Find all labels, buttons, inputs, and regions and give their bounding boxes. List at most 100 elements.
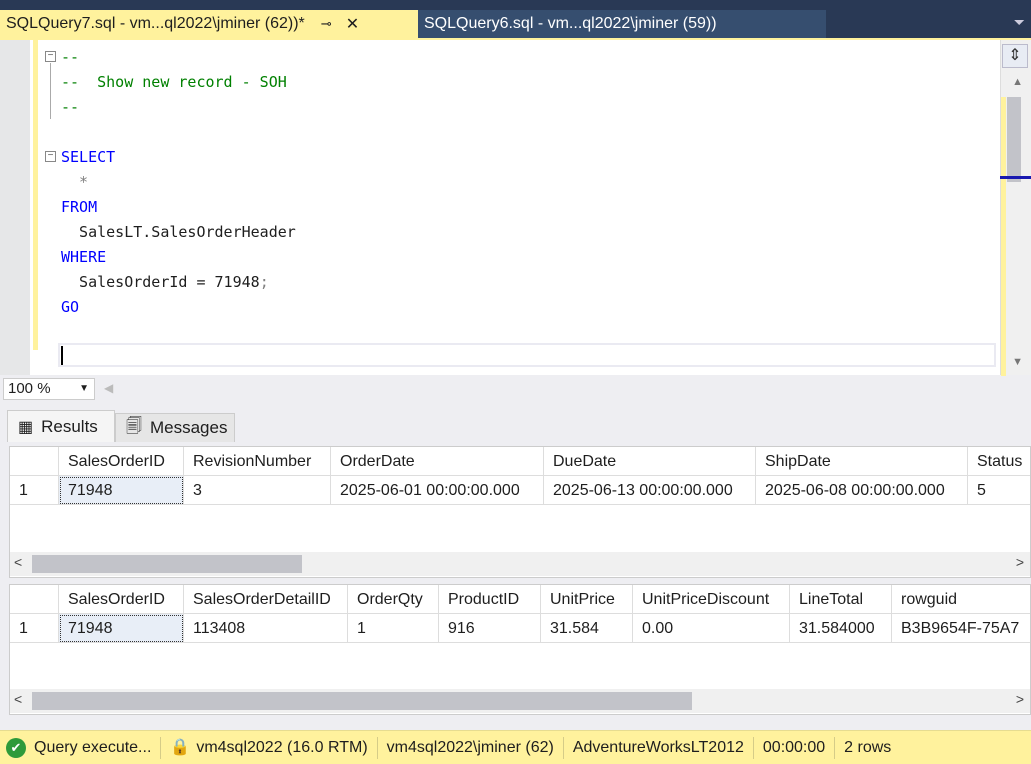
column-header[interactable]: RevisionNumber	[184, 447, 331, 476]
column-header[interactable]: OrderDate	[331, 447, 544, 476]
code-text: SalesOrderId = 71948	[61, 273, 260, 291]
current-line-highlight	[58, 343, 996, 367]
column-header[interactable]: ProductID	[439, 585, 541, 614]
user-status: vm4sql2022\jminer (62)	[378, 736, 564, 759]
code-line: *	[61, 173, 89, 191]
close-icon[interactable]: ✕	[346, 14, 359, 34]
cell[interactable]: 0.00	[633, 614, 790, 643]
server-status: 🔒 vm4sql2022 (16.0 RTM)	[161, 736, 378, 759]
row-number-header	[10, 585, 59, 614]
caret-marker	[1000, 176, 1031, 179]
column-header[interactable]: SalesOrderDetailID	[184, 585, 348, 614]
code-line: SELECT	[61, 148, 116, 166]
query-editor[interactable]: − − -- -- Show new record - SOH -- SELEC…	[0, 38, 1031, 377]
column-header[interactable]: OrderQty	[348, 585, 439, 614]
server-text: vm4sql2022 (16.0 RTM)	[196, 738, 368, 756]
messages-icon: 🗐	[126, 417, 142, 435]
database-status: AdventureWorksLT2012	[564, 736, 754, 759]
cell[interactable]: B3B9654F-75A7	[892, 614, 1030, 643]
tab-sqlquery6[interactable]: SQLQuery6.sql - vm...ql2022\jminer (59))	[418, 10, 826, 38]
tab-results[interactable]: ▦ Results	[7, 410, 115, 442]
editor-gutter	[0, 40, 30, 375]
cell[interactable]: 916	[439, 614, 541, 643]
tab-sqlquery7[interactable]: SQLQuery7.sql - vm...ql2022\jminer (62))…	[0, 10, 418, 38]
column-header[interactable]: LineTotal	[790, 585, 892, 614]
tab-label: SQLQuery6.sql - vm...ql2022\jminer (59))	[424, 15, 717, 32]
chevron-down-icon: ▼	[79, 383, 89, 394]
code-line: -- Show new record - SOH	[61, 73, 287, 91]
scroll-thumb[interactable]	[32, 555, 302, 573]
tab-label: SQLQuery7.sql - vm...ql2022\jminer (62))…	[6, 15, 305, 32]
tab-label: Messages	[149, 418, 228, 437]
row-number[interactable]: 1	[10, 476, 59, 505]
cell[interactable]: 2025-06-01 00:00:00.000	[331, 476, 544, 505]
column-header[interactable]: rowguid	[892, 585, 1030, 614]
pin-icon[interactable]: ⊸	[321, 16, 332, 32]
zoom-select[interactable]: 100 % ▼	[3, 378, 95, 400]
tab-messages[interactable]: 🗐 Messages	[115, 413, 235, 442]
grid-icon: ▦	[18, 418, 34, 436]
column-header[interactable]: SalesOrderID	[59, 585, 184, 614]
cell[interactable]: 5	[968, 476, 1030, 505]
scroll-left-icon[interactable]: <	[14, 554, 22, 570]
collapse-icon[interactable]: −	[45, 151, 56, 162]
fold-line	[50, 63, 51, 119]
zoom-value: 100 %	[8, 380, 51, 397]
change-tracking-bar	[33, 40, 38, 350]
column-header[interactable]: ShipDate	[756, 447, 968, 476]
code-line: --	[61, 98, 80, 116]
cell[interactable]: 2025-06-13 00:00:00.000	[544, 476, 756, 505]
cell[interactable]: 2025-06-08 00:00:00.000	[756, 476, 968, 505]
cell[interactable]: 113408	[184, 614, 348, 643]
scroll-left-icon[interactable]: ◀	[104, 381, 113, 395]
scroll-down-icon[interactable]: ▼	[1012, 356, 1023, 368]
query-status: ✔ Query execute...	[0, 736, 162, 759]
row-count: 2 rows	[844, 738, 892, 756]
column-header[interactable]: UnitPrice	[541, 585, 633, 614]
code-line: GO	[61, 298, 80, 316]
row-number[interactable]: 1	[10, 614, 59, 643]
code-line: --	[61, 48, 80, 66]
split-icon[interactable]: ⇕	[1002, 44, 1028, 68]
header-row: SalesOrderID RevisionNumber OrderDate Du…	[10, 447, 1030, 476]
check-icon: ✔	[6, 737, 26, 758]
zoom-bar: 100 % ▼ ◀	[0, 376, 1031, 403]
code-line: FROM	[61, 198, 98, 216]
horizontal-scrollbar[interactable]: < >	[10, 689, 1030, 713]
cell[interactable]: 71948	[59, 476, 184, 505]
cell[interactable]: 31.584	[541, 614, 633, 643]
tab-label: Results	[41, 416, 98, 436]
cell[interactable]: 71948	[59, 614, 184, 643]
row-number-header	[10, 447, 59, 476]
text-caret	[61, 346, 63, 365]
results-grid-2[interactable]: SalesOrderID SalesOrderDetailID OrderQty…	[9, 584, 1031, 715]
tab-overflow-icon[interactable]: ⏷	[1014, 14, 1025, 31]
column-header[interactable]: SalesOrderID	[59, 447, 184, 476]
scroll-right-icon[interactable]: >	[1016, 691, 1024, 707]
column-header[interactable]: DueDate	[544, 447, 756, 476]
change-marker	[1001, 97, 1006, 377]
table-row[interactable]: 1 71948 3 2025-06-01 00:00:00.000 2025-0…	[10, 476, 1030, 505]
scroll-thumb[interactable]	[32, 692, 692, 710]
scroll-up-icon[interactable]: ▲	[1012, 76, 1023, 88]
cell[interactable]: 1	[348, 614, 439, 643]
code-text: ;	[259, 273, 269, 291]
header-row: SalesOrderID SalesOrderDetailID OrderQty…	[10, 585, 1030, 614]
scroll-right-icon[interactable]: >	[1016, 554, 1024, 570]
code-line: SalesLT.SalesOrderHeader	[61, 223, 296, 241]
status-text: Query execute...	[34, 738, 152, 756]
scroll-left-icon[interactable]: <	[14, 691, 22, 707]
table-row[interactable]: 1 71948 113408 1 916 31.584 0.00 31.5840…	[10, 614, 1030, 643]
column-header[interactable]: Status	[968, 447, 1030, 476]
column-header[interactable]: UnitPriceDiscount	[633, 585, 790, 614]
cell[interactable]: 3	[184, 476, 331, 505]
horizontal-scrollbar[interactable]: < >	[10, 552, 1030, 576]
code-line: SalesOrderId = 71948;	[61, 270, 269, 295]
status-bar: ✔ Query execute... 🔒 vm4sql2022 (16.0 RTM)…	[0, 730, 1031, 764]
scroll-thumb[interactable]	[1007, 97, 1021, 182]
results-grid-1[interactable]: SalesOrderID RevisionNumber OrderDate Du…	[9, 446, 1031, 578]
editor-vertical-scrollbar[interactable]: ⇕ ▲ ▼	[1000, 40, 1031, 377]
collapse-icon[interactable]: −	[45, 51, 56, 62]
cell[interactable]: 31.584000	[790, 614, 892, 643]
document-tab-bar: SQLQuery7.sql - vm...ql2022\jminer (62))…	[0, 0, 1031, 38]
